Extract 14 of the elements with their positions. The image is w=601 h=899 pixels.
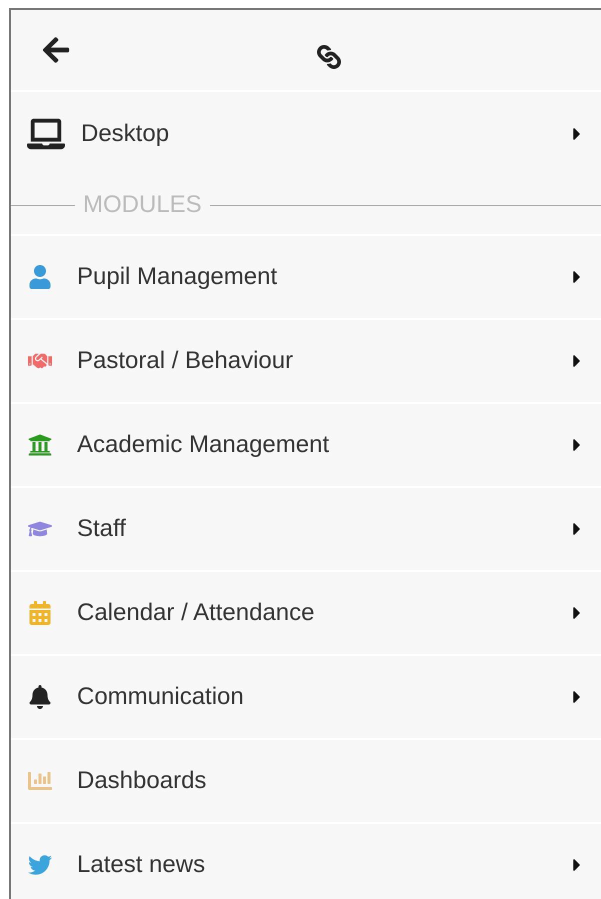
menu-item[interactable]: Latest news [11,822,601,899]
menu-item[interactable]: Pupil Management [11,234,601,318]
chain-link-icon [317,45,341,69]
menu-item[interactable]: Pastoral / Behaviour [11,318,601,402]
link-button[interactable] [317,45,341,69]
section-heading: MODULES [82,190,203,220]
menu-item[interactable]: Academic Management [11,402,601,486]
back-button[interactable] [41,35,71,65]
menu-item[interactable]: Calendar / Attendance [11,570,601,654]
menu-item[interactable]: Desktop [11,92,601,176]
menu-item[interactable]: Dashboards [11,738,601,822]
menu-item[interactable]: Staff [11,486,601,570]
menu-item[interactable]: Communication [11,654,601,738]
back-arrow-icon [41,35,71,65]
